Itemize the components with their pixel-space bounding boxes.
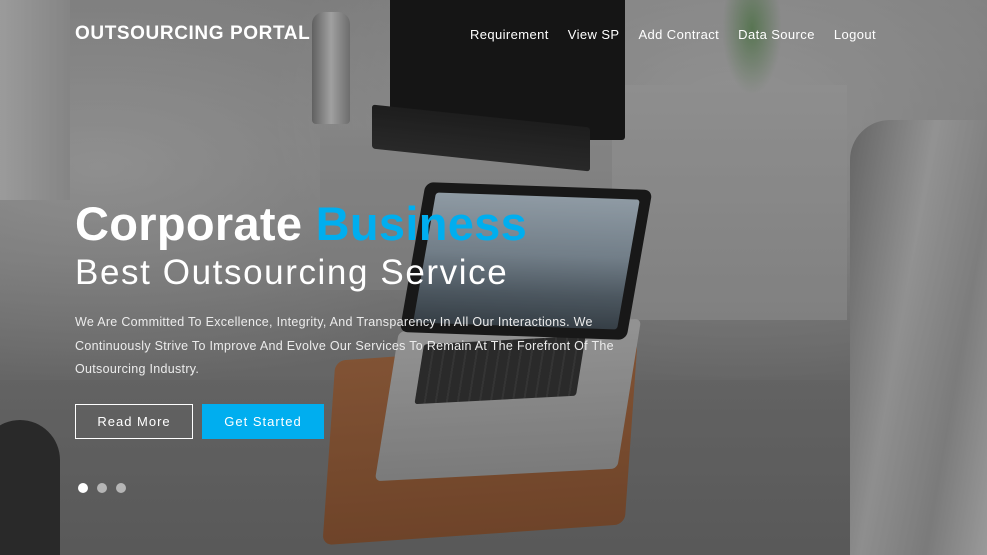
carousel-dot-2[interactable] bbox=[97, 483, 107, 493]
nav-item-add-contract[interactable]: Add Contract bbox=[638, 27, 719, 42]
nav-item-data-source[interactable]: Data Source bbox=[738, 27, 815, 42]
carousel-dot-1[interactable] bbox=[78, 483, 88, 493]
hero-section: OUTSOURCING PORTAL Requirement View SP A… bbox=[0, 0, 987, 555]
cta-buttons: Read More Get Started bbox=[75, 403, 655, 439]
headline-main: Corporate bbox=[75, 197, 303, 250]
headline-accent: Business bbox=[315, 197, 528, 250]
carousel-dot-3[interactable] bbox=[116, 483, 126, 493]
carousel-indicators bbox=[78, 483, 126, 493]
hero-headline: Corporate Business bbox=[75, 196, 655, 251]
hero-description: We Are Committed To Excellence, Integrit… bbox=[75, 315, 614, 376]
hero-content: Corporate Business Best Outsourcing Serv… bbox=[75, 196, 655, 439]
nav-item-view-sp[interactable]: View SP bbox=[568, 27, 620, 42]
brand-logo[interactable]: OUTSOURCING PORTAL bbox=[75, 23, 310, 45]
hero-subheadline: Best Outsourcing Service bbox=[75, 253, 509, 292]
nav-item-requirement[interactable]: Requirement bbox=[470, 27, 549, 42]
nav-links: Requirement View SP Add Contract Data So… bbox=[470, 27, 876, 42]
get-started-button[interactable]: Get Started bbox=[202, 403, 324, 439]
nav-item-logout[interactable]: Logout bbox=[834, 27, 876, 42]
read-more-button[interactable]: Read More bbox=[75, 403, 193, 439]
navbar: OUTSOURCING PORTAL Requirement View SP A… bbox=[0, 0, 987, 68]
